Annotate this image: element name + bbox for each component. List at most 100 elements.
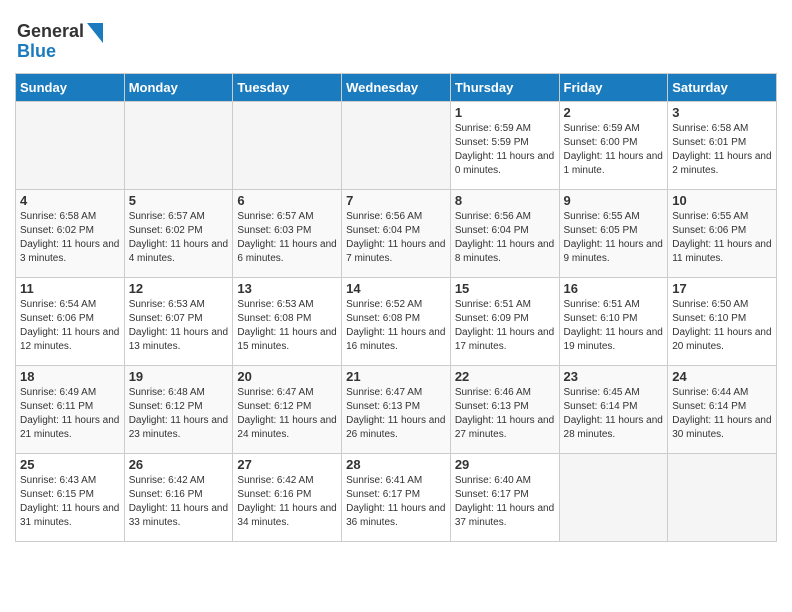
day-info: Sunrise: 6:49 AM Sunset: 6:11 PM Dayligh… (20, 386, 120, 442)
day-info: Sunrise: 6:41 AM Sunset: 6:17 PM Dayligh… (346, 474, 446, 530)
header-cell-wednesday: Wednesday (342, 74, 451, 102)
week-row-4: 25 Sunrise: 6:43 AM Sunset: 6:15 PM Dayli… (16, 454, 777, 542)
day-info: Sunrise: 6:57 AM Sunset: 6:02 PM Dayligh… (129, 210, 229, 266)
week-row-0: 1 Sunrise: 6:59 AM Sunset: 5:59 PM Daylig… (16, 102, 777, 190)
calendar-cell (233, 102, 342, 190)
day-info: Sunrise: 6:58 AM Sunset: 6:01 PM Dayligh… (672, 122, 772, 178)
calendar-cell: 1 Sunrise: 6:59 AM Sunset: 5:59 PM Daylig… (450, 102, 559, 190)
day-number: 22 (455, 369, 555, 384)
day-number: 24 (672, 369, 772, 384)
calendar-cell: 8Sunrise: 6:56 AM Sunset: 6:04 PM Daylig… (450, 190, 559, 278)
day-info: Sunrise: 6:51 AM Sunset: 6:10 PM Dayligh… (564, 298, 664, 354)
day-info: Sunrise: 6:55 AM Sunset: 6:05 PM Dayligh… (564, 210, 664, 266)
day-number: 16 (564, 281, 664, 296)
header-cell-saturday: Saturday (668, 74, 777, 102)
calendar-cell: 7 Sunrise: 6:56 AM Sunset: 6:04 PM Daylig… (342, 190, 451, 278)
day-info: Sunrise: 6:52 AM Sunset: 6:08 PM Dayligh… (346, 298, 446, 354)
calendar-cell: 6Sunrise: 6:57 AM Sunset: 6:03 PM Daylig… (233, 190, 342, 278)
logo-text: General Blue (15, 15, 105, 68)
calendar-cell: 21 Sunrise: 6:47 AM Sunset: 6:13 PM Dayli… (342, 366, 451, 454)
day-info: Sunrise: 6:46 AM Sunset: 6:13 PM Dayligh… (455, 386, 555, 442)
day-info: Sunrise: 6:56 AM Sunset: 6:04 PM Dayligh… (346, 210, 446, 266)
day-info: Sunrise: 6:59 AM Sunset: 5:59 PM Dayligh… (455, 122, 555, 178)
calendar-cell: 13Sunrise: 6:53 AM Sunset: 6:08 PM Dayli… (233, 278, 342, 366)
header-cell-sunday: Sunday (16, 74, 125, 102)
calendar-cell (559, 454, 668, 542)
day-number: 23 (564, 369, 664, 384)
day-number: 7 (346, 193, 446, 208)
calendar-cell (342, 102, 451, 190)
day-info: Sunrise: 6:55 AM Sunset: 6:06 PM Dayligh… (672, 210, 772, 266)
calendar-cell: 23 Sunrise: 6:45 AM Sunset: 6:14 PM Dayli… (559, 366, 668, 454)
week-row-3: 18 Sunrise: 6:49 AM Sunset: 6:11 PM Dayli… (16, 366, 777, 454)
day-info: Sunrise: 6:59 AM Sunset: 6:00 PM Dayligh… (564, 122, 664, 178)
header: General Blue (15, 10, 777, 68)
day-info: Sunrise: 6:47 AM Sunset: 6:13 PM Dayligh… (346, 386, 446, 442)
day-number: 18 (20, 369, 120, 384)
day-info: Sunrise: 6:42 AM Sunset: 6:16 PM Dayligh… (129, 474, 229, 530)
day-info: Sunrise: 6:53 AM Sunset: 6:07 PM Dayligh… (129, 298, 229, 354)
day-number: 26 (129, 457, 229, 472)
day-info: Sunrise: 6:43 AM Sunset: 6:15 PM Dayligh… (20, 474, 120, 530)
day-number: 1 (455, 105, 555, 120)
calendar-cell: 22 Sunrise: 6:46 AM Sunset: 6:13 PM Dayli… (450, 366, 559, 454)
day-number: 9 (564, 193, 664, 208)
day-number: 29 (455, 457, 555, 472)
calendar-table: SundayMondayTuesdayWednesdayThursdayFrid… (15, 73, 777, 542)
day-number: 15 (455, 281, 555, 296)
header-cell-friday: Friday (559, 74, 668, 102)
day-number: 10 (672, 193, 772, 208)
day-number: 2 (564, 105, 664, 120)
day-number: 21 (346, 369, 446, 384)
calendar-cell: 12 Sunrise: 6:53 AM Sunset: 6:07 PM Dayli… (124, 278, 233, 366)
calendar-cell: 2 Sunrise: 6:59 AM Sunset: 6:00 PM Daylig… (559, 102, 668, 190)
day-number: 13 (237, 281, 337, 296)
header-row: SundayMondayTuesdayWednesdayThursdayFrid… (16, 74, 777, 102)
calendar-cell: 15Sunrise: 6:51 AM Sunset: 6:09 PM Dayli… (450, 278, 559, 366)
calendar-cell: 3 Sunrise: 6:58 AM Sunset: 6:01 PM Daylig… (668, 102, 777, 190)
day-number: 27 (237, 457, 337, 472)
logo-icon: General Blue (15, 15, 105, 63)
day-number: 11 (20, 281, 120, 296)
calendar-cell: 28 Sunrise: 6:41 AM Sunset: 6:17 PM Dayli… (342, 454, 451, 542)
day-info: Sunrise: 6:54 AM Sunset: 6:06 PM Dayligh… (20, 298, 120, 354)
day-info: Sunrise: 6:45 AM Sunset: 6:14 PM Dayligh… (564, 386, 664, 442)
calendar-cell: 26 Sunrise: 6:42 AM Sunset: 6:16 PM Dayli… (124, 454, 233, 542)
svg-text:Blue: Blue (17, 41, 56, 61)
day-number: 3 (672, 105, 772, 120)
day-info: Sunrise: 6:47 AM Sunset: 6:12 PM Dayligh… (237, 386, 337, 442)
calendar-cell: 24 Sunrise: 6:44 AM Sunset: 6:14 PM Dayli… (668, 366, 777, 454)
calendar-cell: 18 Sunrise: 6:49 AM Sunset: 6:11 PM Dayli… (16, 366, 125, 454)
header-cell-monday: Monday (124, 74, 233, 102)
day-number: 28 (346, 457, 446, 472)
calendar-cell: 16 Sunrise: 6:51 AM Sunset: 6:10 PM Dayli… (559, 278, 668, 366)
day-number: 5 (129, 193, 229, 208)
day-info: Sunrise: 6:40 AM Sunset: 6:17 PM Dayligh… (455, 474, 555, 530)
day-number: 14 (346, 281, 446, 296)
calendar-cell: 29 Sunrise: 6:40 AM Sunset: 6:17 PM Dayli… (450, 454, 559, 542)
calendar-cell: 19 Sunrise: 6:48 AM Sunset: 6:12 PM Dayli… (124, 366, 233, 454)
day-info: Sunrise: 6:50 AM Sunset: 6:10 PM Dayligh… (672, 298, 772, 354)
day-info: Sunrise: 6:44 AM Sunset: 6:14 PM Dayligh… (672, 386, 772, 442)
calendar-cell: 27 Sunrise: 6:42 AM Sunset: 6:16 PM Dayli… (233, 454, 342, 542)
day-number: 25 (20, 457, 120, 472)
calendar-cell: 10 Sunrise: 6:55 AM Sunset: 6:06 PM Dayli… (668, 190, 777, 278)
day-number: 12 (129, 281, 229, 296)
day-info: Sunrise: 6:42 AM Sunset: 6:16 PM Dayligh… (237, 474, 337, 530)
header-cell-tuesday: Tuesday (233, 74, 342, 102)
day-info: Sunrise: 6:58 AM Sunset: 6:02 PM Dayligh… (20, 210, 120, 266)
calendar-cell (124, 102, 233, 190)
calendar-cell (16, 102, 125, 190)
day-number: 8 (455, 193, 555, 208)
day-number: 17 (672, 281, 772, 296)
calendar-cell: 17 Sunrise: 6:50 AM Sunset: 6:10 PM Dayli… (668, 278, 777, 366)
logo: General Blue (15, 15, 105, 68)
day-info: Sunrise: 6:48 AM Sunset: 6:12 PM Dayligh… (129, 386, 229, 442)
page: General Blue SundayMondayTuesdayWednesda… (0, 0, 792, 552)
day-number: 4 (20, 193, 120, 208)
day-number: 19 (129, 369, 229, 384)
svg-text:General: General (17, 21, 84, 41)
header-cell-thursday: Thursday (450, 74, 559, 102)
week-row-2: 11 Sunrise: 6:54 AM Sunset: 6:06 PM Dayli… (16, 278, 777, 366)
calendar-cell: 9 Sunrise: 6:55 AM Sunset: 6:05 PM Daylig… (559, 190, 668, 278)
